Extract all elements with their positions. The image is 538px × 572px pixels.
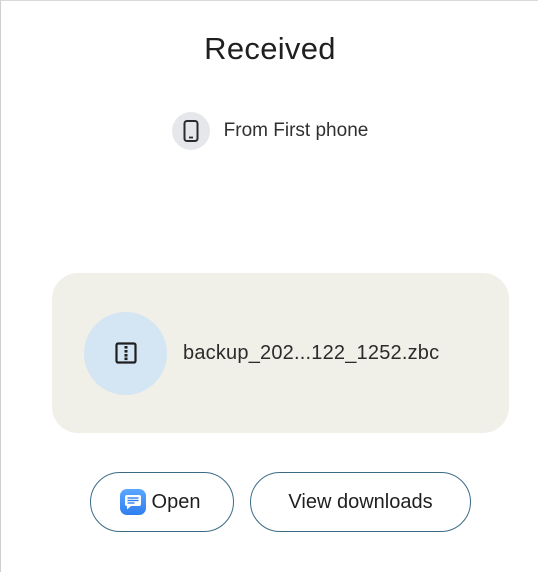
- view-downloads-button[interactable]: View downloads: [250, 472, 471, 532]
- messages-app-icon: [119, 489, 146, 515]
- zip-file-icon: [84, 311, 167, 395]
- source-info: From First phone: [1, 112, 538, 150]
- view-downloads-label: View downloads: [288, 490, 433, 513]
- open-button[interactable]: Open: [90, 472, 234, 532]
- open-button-label: Open: [151, 490, 201, 513]
- received-panel: Received From First phone backup_202...1…: [0, 0, 538, 572]
- page-title: Received: [204, 31, 336, 66]
- file-name: backup_202...122_1252.zbc: [183, 341, 440, 364]
- action-bar: Open View downloads: [90, 472, 471, 532]
- source-label: From First phone: [223, 120, 369, 141]
- file-card[interactable]: backup_202...122_1252.zbc: [52, 273, 509, 433]
- phone-icon: [171, 112, 210, 150]
